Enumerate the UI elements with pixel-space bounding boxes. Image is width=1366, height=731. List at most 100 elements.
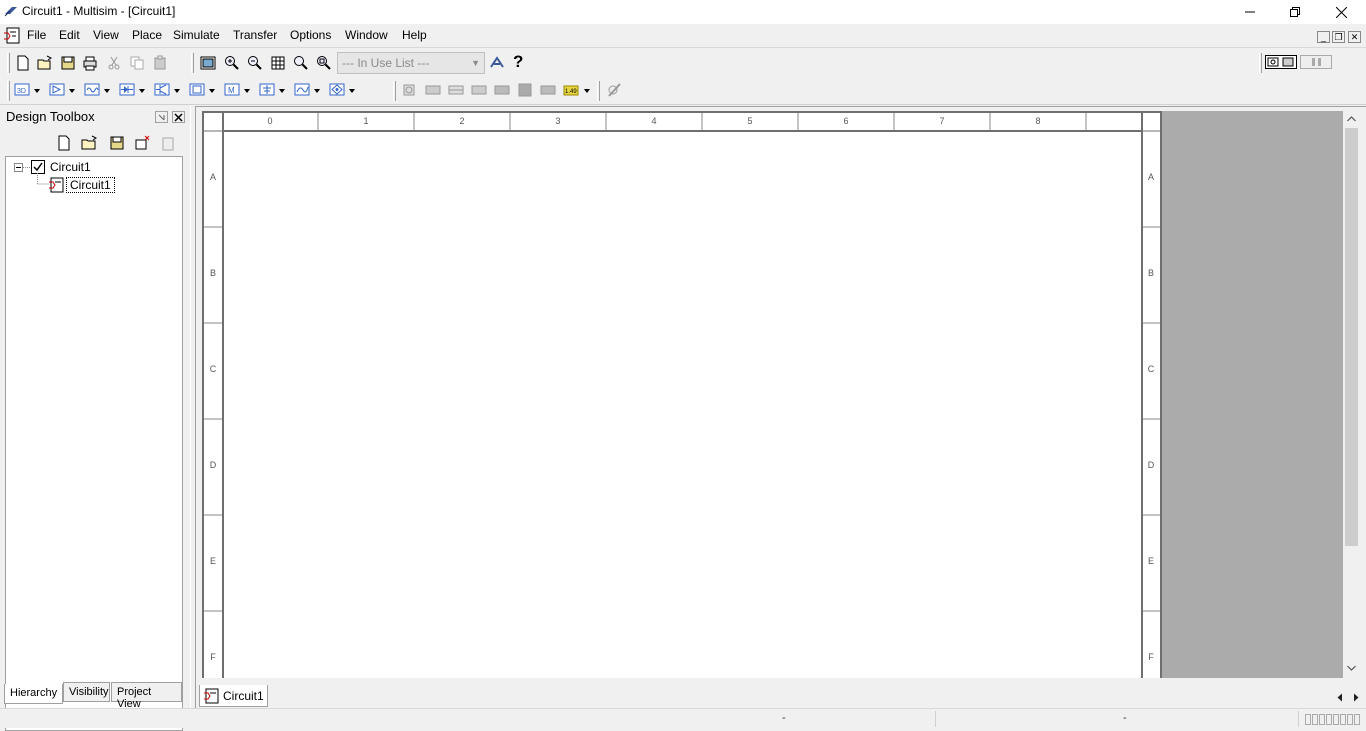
copy-icon[interactable] (129, 55, 145, 71)
sheet-border (202, 111, 1162, 678)
in-use-list-dropdown[interactable]: --- In Use List --- ▼ (337, 52, 485, 74)
tab-circuit1[interactable]: Circuit1 (199, 685, 268, 707)
advanced-peripherals-icon[interactable] (329, 82, 345, 98)
restore-button[interactable] (1272, 0, 1318, 24)
design-toolbox: Design Toolbox Circuit1 Circuit1 Hierarc… (0, 106, 190, 731)
chevron-down-icon[interactable] (244, 88, 250, 94)
vertical-scrollbar[interactable] (1343, 111, 1360, 678)
status-bar: - - (0, 708, 1366, 728)
diode-icon[interactable] (119, 82, 135, 98)
chevron-down-icon[interactable] (349, 88, 355, 94)
minimize-button[interactable] (1227, 0, 1273, 24)
menu-file[interactable]: File (27, 28, 46, 42)
menu-transfer[interactable]: Transfer (233, 28, 277, 42)
full-screen-icon[interactable] (200, 55, 216, 71)
transistor-icon[interactable] (154, 82, 170, 98)
scroll-up-icon[interactable] (1347, 115, 1356, 123)
restore-icon (1290, 7, 1300, 17)
indicator-icon[interactable] (294, 82, 310, 98)
disabled-tool-icon[interactable] (606, 82, 622, 98)
menu-window[interactable]: Window (345, 28, 388, 42)
instrument-switch-icon[interactable] (1265, 55, 1297, 69)
database-manager-icon[interactable] (489, 55, 505, 71)
scroll-left-icon[interactable] (1336, 693, 1343, 702)
delete-icon[interactable] (161, 135, 175, 151)
chevron-down-icon[interactable] (104, 88, 110, 94)
mdi-minimize-button[interactable]: _ (1317, 31, 1330, 43)
document-icon[interactable] (3, 27, 21, 45)
row-label: F (1148, 652, 1154, 662)
open-folder-icon[interactable] (37, 55, 53, 71)
probe-reference-icon[interactable] (517, 82, 533, 98)
scroll-down-icon[interactable] (1347, 664, 1356, 672)
probe-power-icon[interactable] (471, 82, 487, 98)
chevron-down-icon[interactable] (279, 88, 285, 94)
zoom-fit-icon[interactable] (316, 55, 332, 71)
menu-edit[interactable]: Edit (59, 28, 80, 42)
components-toolbar: 3D M 1.49 (0, 77, 1366, 105)
toolbar-grip[interactable] (7, 81, 10, 101)
tree-child-label[interactable]: Circuit1 (66, 177, 115, 193)
run-switch-icon[interactable] (1300, 55, 1332, 69)
chevron-down-icon[interactable] (209, 88, 215, 94)
probe-icon[interactable] (401, 82, 417, 98)
zoom-out-icon[interactable] (247, 55, 263, 71)
chevron-down-icon[interactable] (174, 88, 180, 94)
toolbar-grip[interactable] (7, 53, 10, 73)
toolbox-pin-button[interactable] (155, 111, 168, 123)
analog-icon[interactable] (84, 82, 100, 98)
toolbar-grip[interactable] (597, 81, 600, 101)
toolbar-grip[interactable] (191, 53, 194, 73)
mdi-restore-button[interactable]: ❐ (1332, 31, 1345, 43)
collapse-icon[interactable] (14, 163, 23, 172)
misc-digital-icon[interactable] (189, 82, 205, 98)
menu-place[interactable]: Place (132, 28, 162, 42)
tab-project-view[interactable]: Project View (111, 682, 182, 710)
cut-icon[interactable] (106, 55, 122, 71)
probe-digital-icon[interactable] (540, 82, 556, 98)
svg-text:1.49: 1.49 (565, 89, 577, 95)
menu-help[interactable]: Help (402, 28, 427, 42)
new-file-icon[interactable] (15, 55, 31, 71)
paste-icon[interactable] (152, 55, 168, 71)
tab-hierarchy[interactable]: Hierarchy (4, 684, 63, 704)
help-button[interactable]: ? (513, 52, 523, 72)
probe-differential-icon[interactable] (494, 82, 510, 98)
scroll-right-icon[interactable] (1353, 693, 1360, 702)
zoom-in-icon[interactable] (224, 55, 240, 71)
zoom-area-icon[interactable] (270, 55, 286, 71)
mixed-icon[interactable]: M (224, 82, 240, 98)
print-icon[interactable] (82, 55, 98, 71)
menu-options[interactable]: Options (290, 28, 331, 42)
save-icon[interactable] (60, 55, 76, 71)
document-tabs-bar (196, 686, 1366, 708)
toolbar-grip[interactable] (1259, 53, 1262, 73)
chevron-down-icon[interactable] (584, 88, 590, 94)
tree-root-label[interactable]: Circuit1 (50, 160, 91, 174)
toolbox-close-button[interactable] (172, 111, 185, 123)
tab-visibility[interactable]: Visibility (63, 682, 110, 702)
chevron-down-icon[interactable] (314, 88, 320, 94)
chevron-down-icon[interactable] (139, 88, 145, 94)
place-component-icon[interactable] (49, 82, 65, 98)
close-button[interactable] (1318, 0, 1364, 24)
zoom-sheet-icon[interactable] (293, 55, 309, 71)
probe-current-icon[interactable] (448, 82, 464, 98)
scroll-thumb[interactable] (1345, 128, 1358, 546)
save-design-icon[interactable] (109, 135, 125, 151)
3d-components-icon[interactable]: 3D (14, 82, 30, 98)
probe-voltage-icon[interactable] (425, 82, 441, 98)
new-design-icon[interactable] (57, 135, 71, 151)
open-design-icon[interactable] (81, 135, 99, 151)
toolbar-grip[interactable] (393, 81, 396, 101)
checkbox-icon[interactable] (31, 160, 45, 174)
menu-view[interactable]: View (93, 28, 119, 42)
close-design-icon[interactable] (134, 135, 150, 151)
menu-simulate[interactable]: Simulate (173, 28, 220, 42)
probe-settings-icon[interactable]: 1.49 (563, 82, 579, 98)
chevron-down-icon[interactable] (34, 88, 40, 94)
power-icon[interactable] (259, 82, 275, 98)
mdi-close-button[interactable]: ✕ (1348, 31, 1361, 43)
in-use-list-value: --- In Use List --- (342, 56, 430, 70)
chevron-down-icon[interactable] (69, 88, 75, 94)
